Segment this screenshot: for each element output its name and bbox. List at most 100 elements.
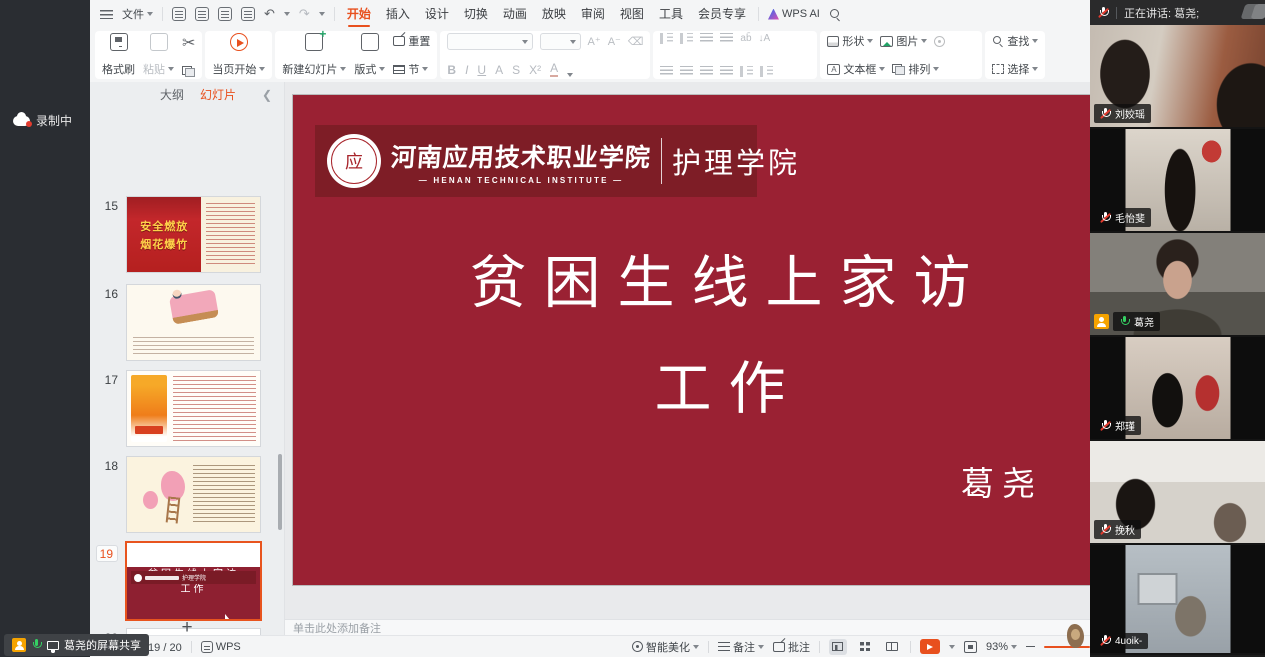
text-direction-icon[interactable]: ↓A [759, 33, 771, 44]
fit-window-icon[interactable] [964, 641, 977, 653]
school-name-en: — HENAN TECHNICAL INSTITUTE — [419, 176, 624, 185]
slide-sorter-button[interactable] [856, 639, 874, 655]
slideshow-play-button[interactable] [920, 639, 940, 654]
screen-share-overlay[interactable]: 葛尧的屏幕共享 [4, 634, 149, 656]
smart-beautify-button[interactable]: 智能美化 [632, 639, 699, 655]
underline-button[interactable]: U [477, 63, 486, 77]
start-current-page-button[interactable]: 当页开始 [212, 33, 265, 77]
hamburger-icon[interactable] [100, 10, 113, 19]
tab-slides[interactable]: 幻灯片 [200, 86, 236, 103]
play-dropdown[interactable] [949, 645, 955, 649]
slide-author[interactable]: 葛尧 [961, 457, 1043, 505]
tab-transition[interactable]: 切换 [461, 0, 491, 28]
video-tile[interactable]: 4uoik- [1090, 545, 1265, 655]
comments-button[interactable]: 批注 [773, 639, 810, 655]
clear-format-icon[interactable]: ⌫ [628, 35, 644, 48]
video-tile[interactable]: 挽秋 [1090, 441, 1265, 545]
undo-icon[interactable]: ↶ [264, 6, 275, 22]
print-icon[interactable] [218, 7, 232, 21]
output-icon[interactable] [195, 7, 209, 21]
shapes-button[interactable]: 形状 [827, 33, 873, 49]
cut-icon[interactable]: ✂ [182, 33, 195, 53]
new-slide-button[interactable]: 新建幻灯片 [282, 33, 346, 77]
zoom-level[interactable]: 93% [986, 641, 1017, 653]
wps-ai-icon [768, 9, 779, 20]
decrease-indent-icon[interactable] [700, 33, 713, 44]
bullet-list-icon[interactable] [660, 33, 673, 44]
video-tile[interactable]: 郑瑾 [1090, 337, 1265, 441]
slide-title[interactable]: 贫困生线上家访 工作 [293, 237, 1090, 425]
justify-icon[interactable] [720, 66, 733, 77]
copy-icon[interactable] [182, 66, 195, 77]
search-icon[interactable] [829, 8, 841, 20]
tab-home[interactable]: 开始 [344, 0, 374, 28]
reset-button[interactable]: 重置 [393, 33, 430, 49]
paragraph-settings-icon[interactable] [760, 66, 773, 77]
tab-member[interactable]: 会员专享 [695, 0, 749, 28]
format-painter-button[interactable]: 格式刷 [102, 33, 135, 77]
phonetic-icon[interactable]: ab̄ [740, 33, 751, 44]
numbered-list-icon[interactable] [680, 33, 693, 44]
tab-review[interactable]: 审阅 [578, 0, 608, 28]
italic-button[interactable]: I [465, 63, 468, 77]
slide-canvas[interactable]: 应 河南应用技术职业学院 — HENAN TECHNICAL INSTITUTE… [293, 95, 1090, 585]
bold-button[interactable]: B [447, 63, 456, 77]
superscript-button[interactable]: X² [529, 63, 541, 77]
find-button[interactable]: 查找 [992, 33, 1038, 49]
wps-button[interactable]: WPS [201, 641, 241, 653]
slide-thumbnail-19[interactable]: 护理学院 贫困生线上家访 工作 葛尧 [127, 543, 260, 619]
notes-bar[interactable]: 单击此处添加备注 [285, 619, 1090, 635]
slide-thumbnail-17[interactable] [127, 371, 260, 446]
reading-view-button[interactable] [883, 639, 901, 655]
tab-outline[interactable]: 大纲 [160, 86, 184, 103]
wps-mascot[interactable] [1067, 624, 1084, 648]
tab-animation[interactable]: 动画 [500, 0, 530, 28]
highlight-dropdown[interactable] [567, 73, 573, 77]
tab-insert[interactable]: 插入 [383, 0, 413, 28]
font-color-button[interactable]: A [550, 61, 558, 77]
increase-font-icon[interactable]: A⁺ [588, 35, 601, 48]
meeting-header: 正在讲话: 葛尧; [1090, 0, 1265, 25]
notes-button[interactable]: 备注 [718, 639, 764, 655]
zoom-slider[interactable] [1044, 646, 1090, 648]
line-spacing-icon[interactable] [740, 66, 753, 77]
increase-indent-icon[interactable] [720, 33, 733, 44]
collapse-panel-icon[interactable]: ❮ [262, 88, 272, 102]
align-left-icon[interactable] [660, 66, 673, 77]
slide-thumbnail-18[interactable] [127, 457, 260, 532]
zoom-out-button[interactable] [1026, 646, 1035, 648]
tab-design[interactable]: 设计 [422, 0, 452, 28]
redo-icon[interactable]: ↷ [299, 6, 310, 22]
undo-dropdown[interactable] [284, 12, 290, 16]
section-button[interactable]: 节 [393, 61, 430, 77]
print-preview-icon[interactable] [241, 7, 255, 21]
video-tile[interactable]: 毛怡斐 [1090, 129, 1265, 233]
normal-view-button[interactable] [829, 639, 847, 655]
file-menu[interactable]: 文件 [122, 6, 153, 22]
slide-thumbnail-15[interactable]: 安全燃放 烟花爆竹 [127, 197, 260, 272]
font-size-select[interactable] [540, 33, 581, 50]
tab-tools[interactable]: 工具 [656, 0, 686, 28]
pictures-button[interactable]: 图片 [880, 33, 927, 49]
save-icon[interactable] [172, 7, 186, 21]
tab-slideshow[interactable]: 放映 [539, 0, 569, 28]
decrease-font-icon[interactable]: A⁻ [608, 35, 621, 48]
align-right-icon[interactable] [700, 66, 713, 77]
slide-thumbnail-16[interactable] [127, 285, 260, 360]
muted-mic-icon[interactable] [1098, 7, 1109, 19]
textbox-button[interactable]: A文本框 [827, 61, 885, 77]
video-tile-active-speaker[interactable]: 葛尧 [1090, 233, 1265, 337]
char-spacing-button[interactable]: A [495, 63, 503, 77]
align-center-icon[interactable] [680, 66, 693, 77]
select-button[interactable]: 选择 [992, 61, 1038, 77]
panel-scrollbar[interactable] [278, 454, 282, 530]
arrange-button[interactable]: 排列 [892, 61, 939, 77]
layout-button[interactable]: 版式 [354, 33, 385, 77]
font-name-select[interactable] [447, 33, 532, 50]
paste-button[interactable]: 粘贴 [143, 33, 174, 77]
redo-dropdown[interactable] [319, 12, 325, 16]
video-tile[interactable]: 刘姣瑶 [1090, 25, 1265, 129]
strikethrough-button[interactable]: S [512, 63, 520, 77]
wps-ai-button[interactable]: WPS AI [768, 8, 820, 20]
tab-view[interactable]: 视图 [617, 0, 647, 28]
